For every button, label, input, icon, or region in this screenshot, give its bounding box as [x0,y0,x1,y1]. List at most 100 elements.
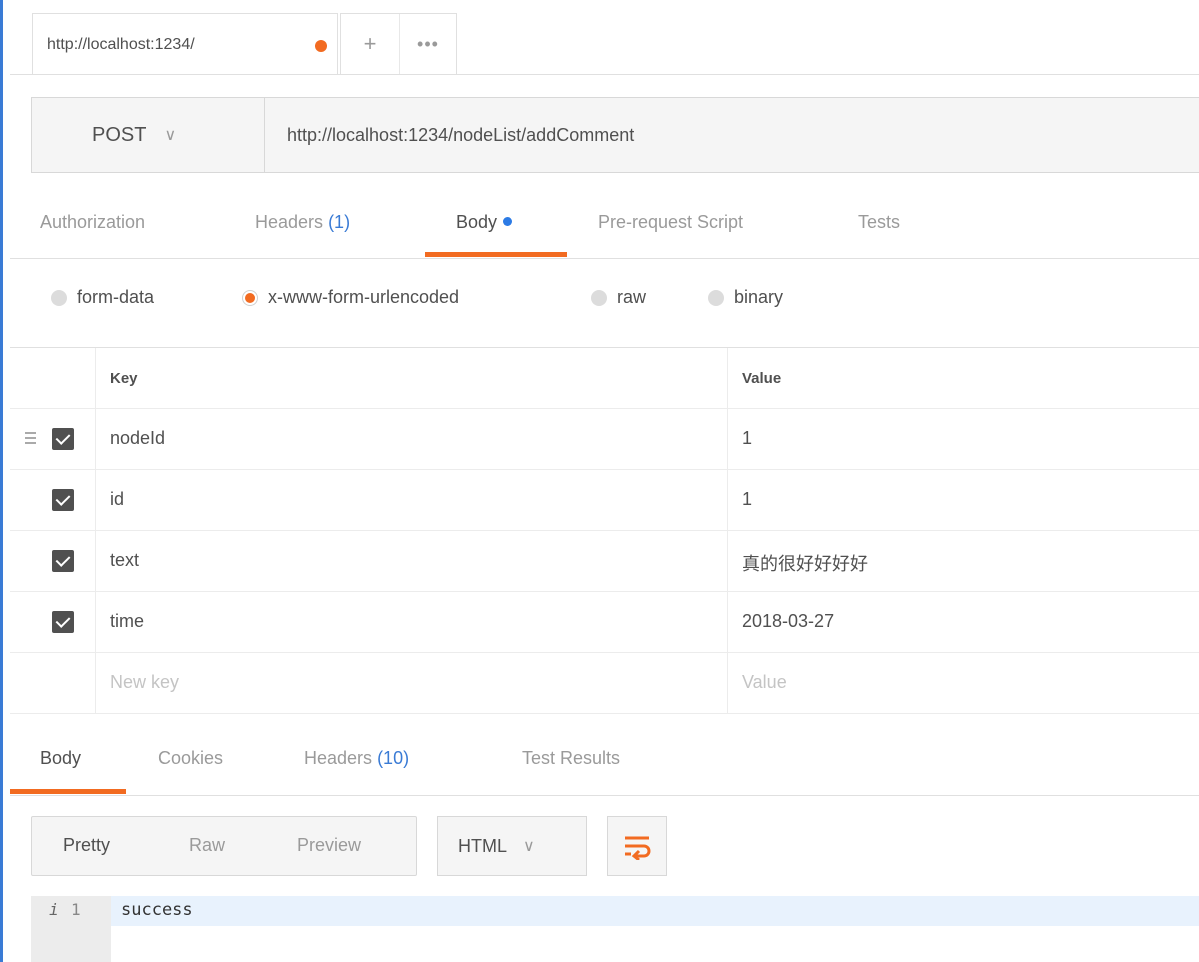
modified-dot-icon [503,217,513,226]
chevron-down-icon: ∨ [523,838,535,855]
value-cell[interactable]: 1 [728,470,1199,530]
wrap-lines-icon [625,836,651,860]
tab-strip: http://localhost:1234/ + ••• [10,0,1199,75]
tab-body-label: Body [456,212,498,232]
drag-handle-icon[interactable] [25,430,36,446]
request-tab[interactable]: http://localhost:1234/ [32,13,338,74]
key-value: text [110,550,140,570]
new-value-input[interactable]: Value [728,653,1199,713]
key-value: time [110,611,145,631]
tab-pre-request-script[interactable]: Pre-request Script [598,212,743,233]
tab-tests[interactable]: Tests [858,212,900,233]
tab-response-headers[interactable]: Headers (10) [304,748,409,769]
radio-label: form-data [77,287,155,307]
request-tab-title: http://localhost:1234/ [47,36,195,53]
value-cell[interactable]: 1 [728,409,1199,469]
key-cell[interactable]: id [95,470,728,530]
new-key-placeholder: New key [110,672,180,692]
header-checkbox-cell [10,348,95,408]
checkbox-checked-icon[interactable] [52,489,74,511]
chevron-down-icon: ∨ [164,127,177,144]
response-view-group: Pretty Raw Preview [31,816,417,876]
request-bar: POST ∨ http://localhost:1234/nodeList/ad… [31,97,1199,173]
radio-form-data[interactable]: form-data [51,287,154,308]
tab-actions: + ••• [340,13,457,74]
value-header: Value [742,370,782,387]
radio-icon [591,289,607,306]
new-value-placeholder: Value [742,672,787,692]
format-select[interactable]: HTML ∨ [437,816,587,876]
radio-selected-icon [242,289,258,306]
gutter-line: i 1 [31,900,111,922]
url-input[interactable]: http://localhost:1234/nodeList/addCommen… [287,98,634,172]
value-cell[interactable]: 真的很好好好好 [728,531,1199,591]
window-left-accent [0,0,3,962]
tab-body[interactable]: Body [456,212,513,233]
active-tab-indicator [425,252,567,257]
radio-raw[interactable]: raw [591,287,646,308]
response-body-editor[interactable]: i 1 success [31,896,1199,962]
tab-response-body[interactable]: Body [40,748,81,769]
key-cell[interactable]: text [95,531,728,591]
radio-label: binary [734,287,784,307]
tab-authorization[interactable]: Authorization [40,212,145,233]
table-row: text 真的很好好好好 [10,531,1199,592]
row-controls [10,470,95,530]
value-cell[interactable]: 2018-03-27 [728,592,1199,652]
response-content: success [121,900,193,920]
tab-response-headers-label: Headers [304,748,373,768]
new-key-input[interactable]: New key [95,653,728,713]
preview-button[interactable]: Preview [297,835,361,856]
table-row: nodeId 1 [10,409,1199,470]
key-value: nodeId [110,428,166,448]
key-cell[interactable]: nodeId [95,409,728,469]
pretty-button[interactable]: Pretty [63,835,110,856]
raw-button[interactable]: Raw [189,835,225,856]
value-header-cell: Value [728,348,1199,408]
checkbox-checked-icon[interactable] [52,550,74,572]
radio-icon [708,289,724,306]
unsaved-dot-icon [315,40,327,52]
checkbox-checked-icon[interactable] [52,428,74,450]
tab-headers[interactable]: Headers (1) [255,212,350,233]
key-value: id [110,489,125,509]
request-tabs: Authorization Headers (1) Body Pre-reque… [10,196,1199,259]
new-param-row: New key Value [10,653,1199,714]
body-type-options: form-data x-www-form-urlencoded raw bina… [10,259,1199,348]
key-header-cell: Key [95,348,728,408]
row-controls [10,531,95,591]
method-label: POST [92,123,147,146]
radio-label: x-www-form-urlencoded [268,287,460,307]
tab-headers-label: Headers [255,212,324,232]
row-controls [10,592,95,652]
params-table: Key Value nodeId 1 id 1 text 真的很好好好好 tim… [10,348,1199,714]
param-value: 1 [742,489,753,509]
key-header: Key [110,370,138,387]
tab-test-results[interactable]: Test Results [522,748,620,769]
wrap-lines-button[interactable] [607,816,667,876]
row-controls [10,653,95,713]
radio-x-www-form-urlencoded[interactable]: x-www-form-urlencoded [242,287,459,308]
checkbox-checked-icon[interactable] [52,611,74,633]
plus-icon[interactable]: + [341,14,400,74]
response-tabs: Body Cookies Headers (10) Test Results [10,725,1199,796]
radio-icon [51,289,67,306]
info-icon: i [49,900,59,919]
format-label: HTML [458,835,507,856]
method-select[interactable]: POST ∨ [32,98,265,172]
param-value: 2018-03-27 [742,611,835,631]
active-line-highlight [111,896,1199,926]
key-cell[interactable]: time [95,592,728,652]
row-controls [10,409,95,469]
tab-cookies[interactable]: Cookies [158,748,223,769]
param-value: 真的很好好好好 [742,554,868,574]
radio-binary[interactable]: binary [708,287,783,308]
tab-headers-count: (1) [328,212,351,232]
table-header-row: Key Value [10,348,1199,409]
line-number: 1 [71,900,81,919]
active-tab-indicator [10,789,126,794]
more-icon[interactable]: ••• [399,14,457,74]
table-row: id 1 [10,470,1199,531]
tab-response-headers-count: (10) [377,748,410,768]
radio-label: raw [617,287,647,307]
